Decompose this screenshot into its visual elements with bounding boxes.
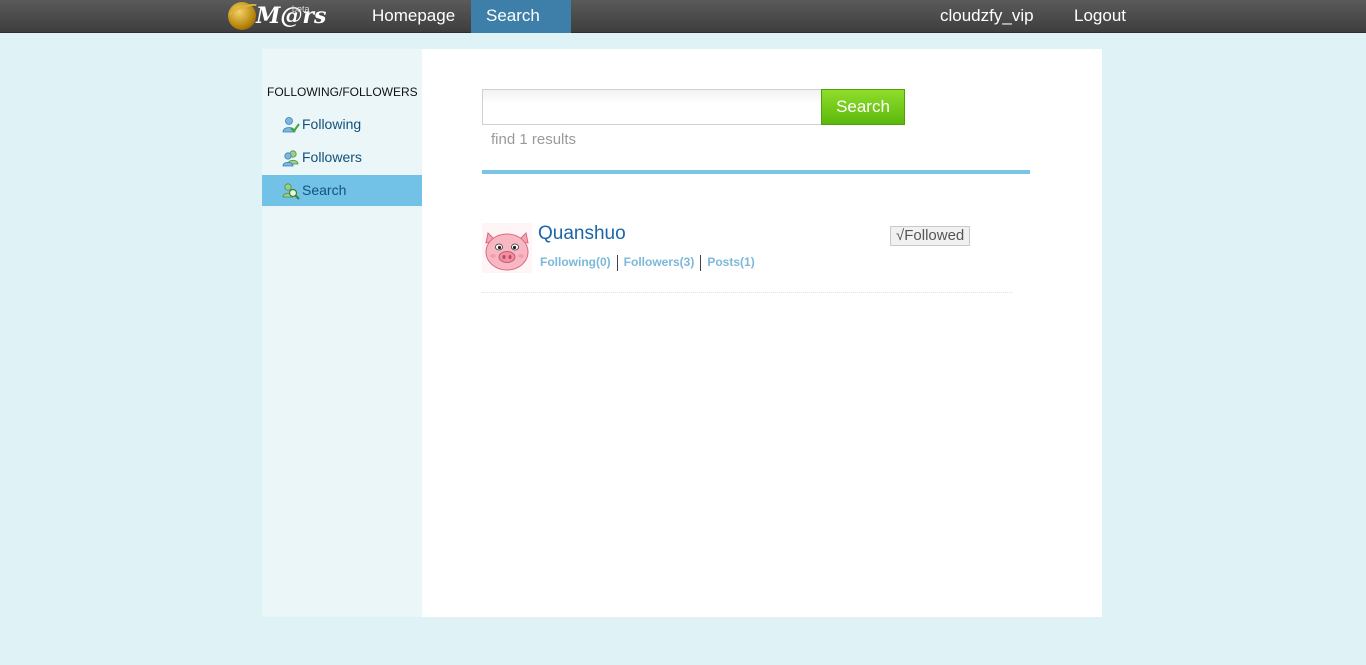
main-container: FOLLOWING/FOLLOWERS Following Followers (262, 49, 1102, 617)
nav-logout-link[interactable]: Logout (1074, 0, 1126, 33)
result-row: Quanshuo Following(0) Followers(3) Posts(1… (482, 223, 1012, 293)
divider (482, 170, 1030, 174)
logo-beta-tag: beta (292, 4, 310, 14)
pig-avatar-icon (482, 223, 532, 273)
sidebar: FOLLOWING/FOLLOWERS Following Followers (262, 49, 422, 617)
search-input[interactable] (482, 89, 822, 125)
users-icon (282, 150, 299, 167)
user-search-icon (282, 183, 300, 200)
sidebar-item-label: Search (302, 182, 347, 198)
sidebar-item-followers[interactable]: Followers (262, 142, 422, 173)
nav-search-link[interactable]: Search (471, 0, 571, 33)
result-stats: Following(0) Followers(3) Posts(1) (538, 255, 757, 271)
following-count-link[interactable]: Following(0) (538, 255, 613, 269)
result-count-text: find 1 results (491, 131, 577, 148)
sidebar-heading: FOLLOWING/FOLLOWERS (267, 85, 418, 99)
sidebar-item-search[interactable]: Search (262, 175, 422, 206)
posts-count-link[interactable]: Posts(1) (705, 255, 756, 269)
nav-homepage-link[interactable]: Homepage (372, 0, 455, 33)
search-button[interactable]: Search (821, 89, 905, 125)
sidebar-item-following[interactable]: Following (262, 109, 422, 140)
result-username-link[interactable]: Quanshuo (538, 223, 626, 245)
user-check-icon (282, 117, 300, 133)
sidebar-item-label: Following (302, 116, 362, 132)
top-nav-bar: M@rs beta Homepage Search cloudzfy_vip L… (0, 0, 1366, 33)
followers-count-link[interactable]: Followers(3) (622, 255, 697, 269)
sidebar-item-label: Followers (302, 149, 362, 165)
nav-username-link[interactable]: cloudzfy_vip (940, 0, 1034, 33)
stat-divider (700, 255, 702, 271)
mars-logo[interactable]: M@rs beta (224, 0, 326, 33)
stat-divider (616, 255, 618, 271)
avatar[interactable] (482, 223, 532, 273)
followed-button[interactable]: √Followed (890, 226, 971, 246)
